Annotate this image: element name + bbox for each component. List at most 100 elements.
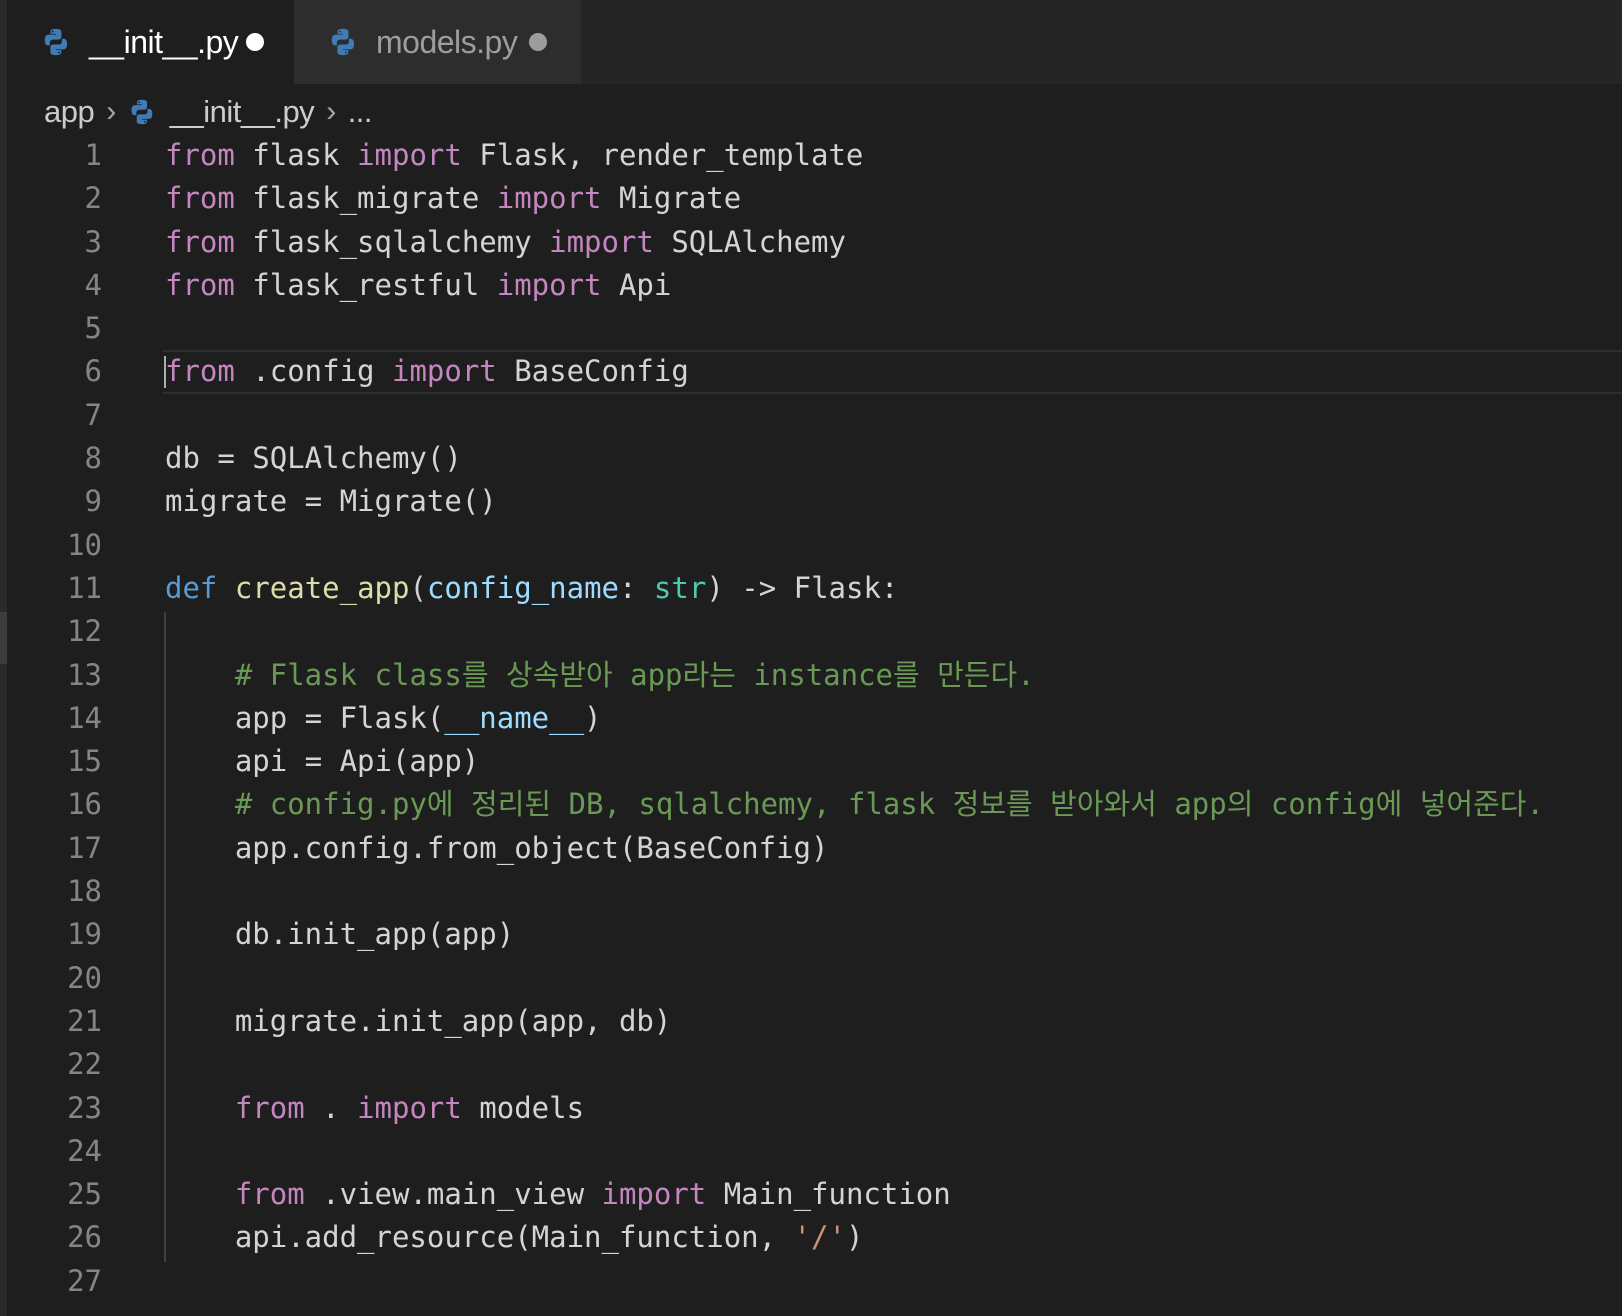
code-line[interactable]: 3 from flask_sqlalchemy import SQLAlchemy bbox=[0, 221, 1622, 264]
code-text: # Flask class를 상속받아 app라는 instance를 만든다. bbox=[165, 654, 1035, 697]
code-token: migrate.init_app(app, db) bbox=[165, 1003, 672, 1038]
code-token: '/' bbox=[793, 1220, 846, 1255]
code-line[interactable]: 2 from flask_migrate import Migrate bbox=[0, 177, 1622, 220]
code-line[interactable]: 18 bbox=[0, 870, 1622, 913]
code-line[interactable]: 7 bbox=[0, 394, 1622, 437]
code-line[interactable]: 13 # Flask class를 상속받아 app라는 instance를 만… bbox=[0, 654, 1622, 697]
code-token: .view.main_view bbox=[304, 1177, 602, 1212]
code-line[interactable]: 16 # config.py에 정리된 DB, sqlalchemy, flas… bbox=[0, 783, 1622, 826]
code-token: app.config.from_object(BaseConfig) bbox=[165, 830, 829, 865]
code-token: from bbox=[234, 1177, 305, 1212]
code-line[interactable]: 1 from flask import Flask, render_templat… bbox=[0, 134, 1622, 177]
code-line[interactable]: 8 db = SQLAlchemy() bbox=[0, 437, 1622, 480]
code-line[interactable]: 6 from .config import BaseConfig bbox=[0, 350, 1622, 395]
code-token: api.add_resource(Main_function, bbox=[165, 1220, 794, 1255]
code-line[interactable]: 26 api.add_resource(Main_function, '/') bbox=[0, 1216, 1622, 1259]
breadcrumb: app › __init__.py › ... bbox=[44, 88, 373, 136]
breadcrumb-symbol[interactable]: ... bbox=[348, 94, 373, 130]
code-line[interactable]: 14 app = Flask(__name__) bbox=[0, 697, 1622, 740]
line-number: 2 bbox=[84, 181, 102, 216]
code-line[interactable]: 19 db.init_app(app) bbox=[0, 913, 1622, 956]
line-number: 23 bbox=[67, 1090, 102, 1125]
line-number: 5 bbox=[84, 311, 102, 346]
code-line[interactable]: 23 from . import models bbox=[0, 1087, 1622, 1130]
line-number: 27 bbox=[67, 1263, 102, 1298]
code-token: str bbox=[653, 570, 707, 605]
line-number: 25 bbox=[67, 1177, 102, 1212]
tab-models-py[interactable]: models.py bbox=[294, 0, 581, 84]
line-number: 8 bbox=[84, 441, 102, 476]
chevron-right-icon: › bbox=[106, 95, 116, 128]
line-number: 13 bbox=[67, 657, 102, 692]
code-line[interactable]: 4 from flask_restful import Api bbox=[0, 264, 1622, 307]
code-token: Api bbox=[601, 267, 672, 302]
code-token: import bbox=[496, 181, 602, 216]
code-token: __name__ bbox=[444, 700, 585, 735]
line-number: 26 bbox=[67, 1220, 102, 1255]
code-token: BaseConfig bbox=[496, 354, 689, 389]
breadcrumb-file[interactable]: __init__.py bbox=[170, 94, 315, 130]
line-number: 1 bbox=[84, 138, 102, 172]
code-token: app = Flask( bbox=[165, 700, 445, 735]
code-line[interactable]: 15 api = Api(app) bbox=[0, 740, 1622, 783]
text-cursor bbox=[164, 356, 166, 389]
code-token: config_name bbox=[426, 570, 619, 605]
code-text: migrate.init_app(app, db) bbox=[165, 1000, 672, 1043]
code-text: db = SQLAlchemy() bbox=[165, 437, 462, 480]
line-number: 24 bbox=[67, 1133, 102, 1168]
line-number: 10 bbox=[67, 527, 102, 562]
code-token: . bbox=[304, 1090, 358, 1125]
code-token: ) bbox=[845, 1220, 864, 1255]
code-token: import bbox=[601, 1177, 707, 1212]
breadcrumb-folder[interactable]: app bbox=[44, 94, 95, 130]
code-token: Migrate bbox=[601, 181, 742, 216]
tab-label: models.py bbox=[376, 23, 518, 60]
line-number: 15 bbox=[67, 744, 102, 779]
line-number: 18 bbox=[67, 874, 102, 909]
code-line[interactable]: 22 bbox=[0, 1043, 1622, 1086]
code-line[interactable]: 11 def create_app(config_name: str) -> Fl… bbox=[0, 567, 1622, 610]
line-number: 12 bbox=[67, 614, 102, 649]
code-text: # config.py에 정리된 DB, sqlalchemy, flask 정… bbox=[165, 783, 1544, 826]
unsaved-dot-icon[interactable] bbox=[246, 33, 264, 51]
code-line[interactable]: 10 bbox=[0, 524, 1622, 567]
code-line[interactable]: 9 migrate = Migrate() bbox=[0, 480, 1622, 523]
code-text: from .config import BaseConfig bbox=[165, 350, 689, 393]
code-text: migrate = Migrate() bbox=[165, 480, 497, 523]
chevron-right-icon: › bbox=[326, 95, 336, 128]
line-number: 21 bbox=[67, 1003, 102, 1038]
code-text: api = Api(app) bbox=[165, 740, 479, 783]
line-number: 3 bbox=[84, 224, 102, 259]
code-token: # config.py에 정리된 DB, sqlalchemy, flask 정… bbox=[234, 787, 1544, 822]
tab-label: __init__.py bbox=[89, 23, 239, 60]
code-text: app.config.from_object(BaseConfig) bbox=[165, 827, 829, 870]
editor-window: __init__.py models.py app › __init__.py … bbox=[0, 0, 1622, 1316]
code-line[interactable]: 24 bbox=[0, 1130, 1622, 1173]
tab-init-py[interactable]: __init__.py bbox=[7, 0, 294, 84]
code-token: create_app bbox=[234, 570, 410, 605]
code-line[interactable]: 25 from .view.main_view import Main_func… bbox=[0, 1173, 1622, 1216]
code-token: from bbox=[165, 267, 235, 302]
code-line[interactable]: 17 app.config.from_object(BaseConfig) bbox=[0, 827, 1622, 870]
code-editor[interactable]: 1 from flask import Flask, render_templat… bbox=[0, 134, 1622, 1303]
code-line[interactable]: 27 bbox=[0, 1260, 1622, 1303]
code-token: ) -> Flask: bbox=[706, 570, 899, 605]
code-token: .config bbox=[234, 354, 392, 389]
code-line[interactable]: 20 bbox=[0, 957, 1622, 1000]
code-line[interactable]: 21 migrate.init_app(app, db) bbox=[0, 1000, 1622, 1043]
code-token: import bbox=[549, 224, 654, 259]
line-number: 20 bbox=[67, 960, 102, 995]
code-text: def create_app(config_name: str) -> Flas… bbox=[165, 567, 898, 610]
line-number: 7 bbox=[84, 397, 102, 432]
code-line[interactable]: 5 bbox=[0, 307, 1622, 350]
code-token: flask_migrate bbox=[234, 181, 497, 216]
unsaved-dot-icon[interactable] bbox=[529, 33, 547, 51]
line-number: 11 bbox=[67, 570, 102, 605]
python-icon bbox=[44, 28, 68, 56]
code-token: flask_restful bbox=[234, 267, 497, 302]
code-line[interactable]: 12 bbox=[0, 610, 1622, 653]
line-number: 4 bbox=[84, 267, 102, 302]
